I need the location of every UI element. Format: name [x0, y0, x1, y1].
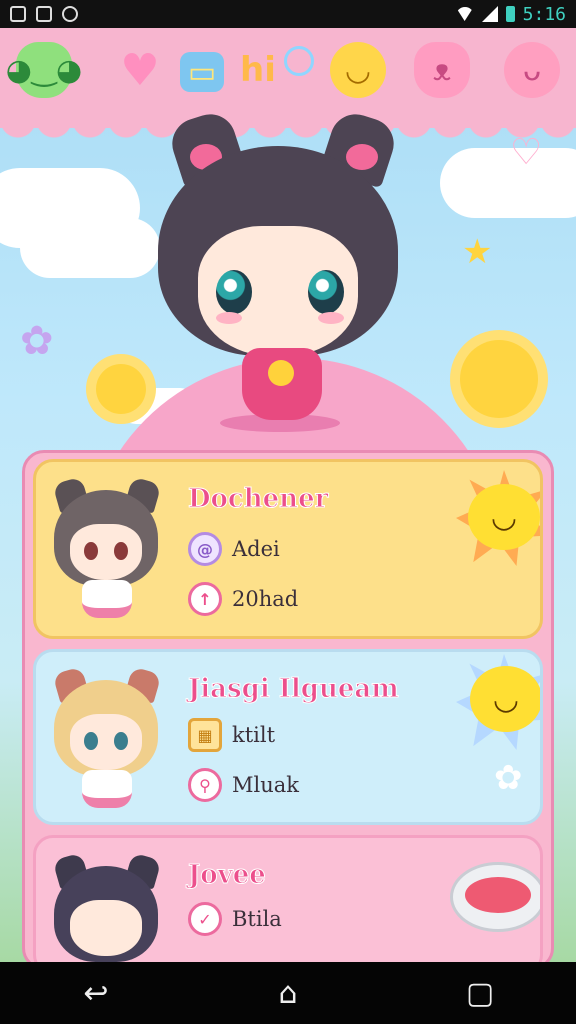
- lemon-icon[interactable]: ◡: [330, 42, 386, 98]
- detail-text: ktilt: [232, 723, 276, 747]
- avatar-eye: [84, 542, 98, 560]
- smiling-sun-decoration: [460, 340, 538, 418]
- arrow-up-icon: ↑: [188, 582, 222, 616]
- detail-row: ⚲ Mluak: [188, 768, 299, 802]
- detail-text: Btila: [232, 907, 282, 931]
- clock: 5:16: [522, 3, 566, 25]
- bowl-contents: [465, 877, 531, 913]
- location-icon: ⚲: [188, 768, 222, 802]
- notification-icons: [0, 6, 78, 22]
- home-icon[interactable]: ⌂: [258, 976, 318, 1011]
- bag-icon: [36, 6, 52, 22]
- character-card[interactable]: Jiasgi Ilgueam ▦ ktilt ⚲ Mluak ◡ ✿: [33, 649, 543, 825]
- avatar: [46, 852, 166, 962]
- check-icon: ✓: [188, 902, 222, 936]
- character-eye: [216, 270, 252, 314]
- blush: [318, 312, 344, 324]
- hi-text: hi: [240, 50, 276, 90]
- status-bar: 5:16: [0, 0, 576, 28]
- navigation-bar: ↩ ⌂ ▢: [0, 962, 576, 1024]
- cat-icon[interactable]: ᴥ: [414, 42, 470, 98]
- detail-row: @ Adei: [188, 532, 280, 566]
- main-character[interactable]: [150, 107, 410, 432]
- wifi-icon: [455, 7, 474, 21]
- character-card[interactable]: Dochener @ Adei ↑ 20had ◡: [33, 459, 543, 639]
- pig-icon[interactable]: ᴗ: [504, 42, 560, 98]
- avatar-outfit: [82, 770, 132, 808]
- back-icon[interactable]: ↩: [66, 976, 126, 1011]
- character-name: Dochener: [187, 484, 329, 515]
- swirl-icon: @: [188, 532, 222, 566]
- battery-icon: [505, 6, 515, 22]
- character-name: Jiasgi Ilgueam: [188, 674, 400, 705]
- avatar-face: [70, 714, 142, 770]
- avatar-face: [70, 524, 142, 580]
- character-list: Dochener @ Adei ↑ 20had ◡ Jiasgi Ilgueam…: [22, 450, 554, 962]
- avatar-eye: [114, 732, 128, 750]
- blush: [216, 312, 242, 324]
- character-name: Jovee: [188, 860, 267, 891]
- smiling-sun-sticker: ◡: [468, 484, 540, 550]
- avatar: [46, 476, 166, 620]
- heart-outline-icon: ♡: [510, 132, 543, 173]
- sun-decoration: [96, 364, 146, 414]
- detail-row: ▦ ktilt: [188, 718, 275, 752]
- green-blob-icon[interactable]: ◕‿◕: [6, 42, 82, 98]
- gallery-icon: [10, 6, 26, 22]
- heart-icon[interactable]: ♥: [112, 42, 168, 98]
- food-bowl-icon: [450, 862, 540, 932]
- dress-ribbon: [268, 360, 294, 386]
- avatar-face: [70, 900, 142, 956]
- character-eye: [308, 270, 344, 314]
- star-decoration: ★: [462, 232, 493, 272]
- character-card[interactable]: Jovee ✓ Btila: [33, 835, 543, 962]
- detail-row: ✓ Btila: [188, 902, 282, 936]
- recents-icon[interactable]: ▢: [450, 976, 510, 1011]
- detail-row: ↑ 20had: [188, 582, 298, 616]
- top-icon-bar: ◕‿◕ ♥ ▭ hi ◡ ᴥ ᴗ: [0, 28, 576, 128]
- avatar: [46, 666, 166, 810]
- sync-icon: [62, 6, 78, 22]
- detail-text: Adei: [232, 537, 280, 561]
- flower-decoration: ✿: [20, 318, 54, 364]
- signal-icon: [481, 6, 498, 22]
- smiling-sun-sticker: ◡: [470, 666, 540, 732]
- ring-decoration: [284, 46, 314, 76]
- hair-bow: [346, 144, 378, 170]
- detail-text: Mluak: [232, 773, 299, 797]
- cloud-decoration: [20, 218, 160, 278]
- avatar-outfit: [82, 580, 132, 618]
- detail-text: 20had: [232, 587, 299, 611]
- gift-icon: ▦: [188, 718, 222, 752]
- folder-icon[interactable]: ▭: [180, 52, 224, 92]
- cloud-decoration: [440, 148, 576, 218]
- avatar-eye: [114, 542, 128, 560]
- avatar-eye: [84, 732, 98, 750]
- system-icons: 5:16: [455, 3, 576, 25]
- flower-decoration: ✿: [494, 758, 523, 798]
- app-screen: ◕‿◕ ♥ ▭ hi ◡ ᴥ ᴗ ♡ ✿ ★ Dochener @ Adei ↑…: [0, 28, 576, 962]
